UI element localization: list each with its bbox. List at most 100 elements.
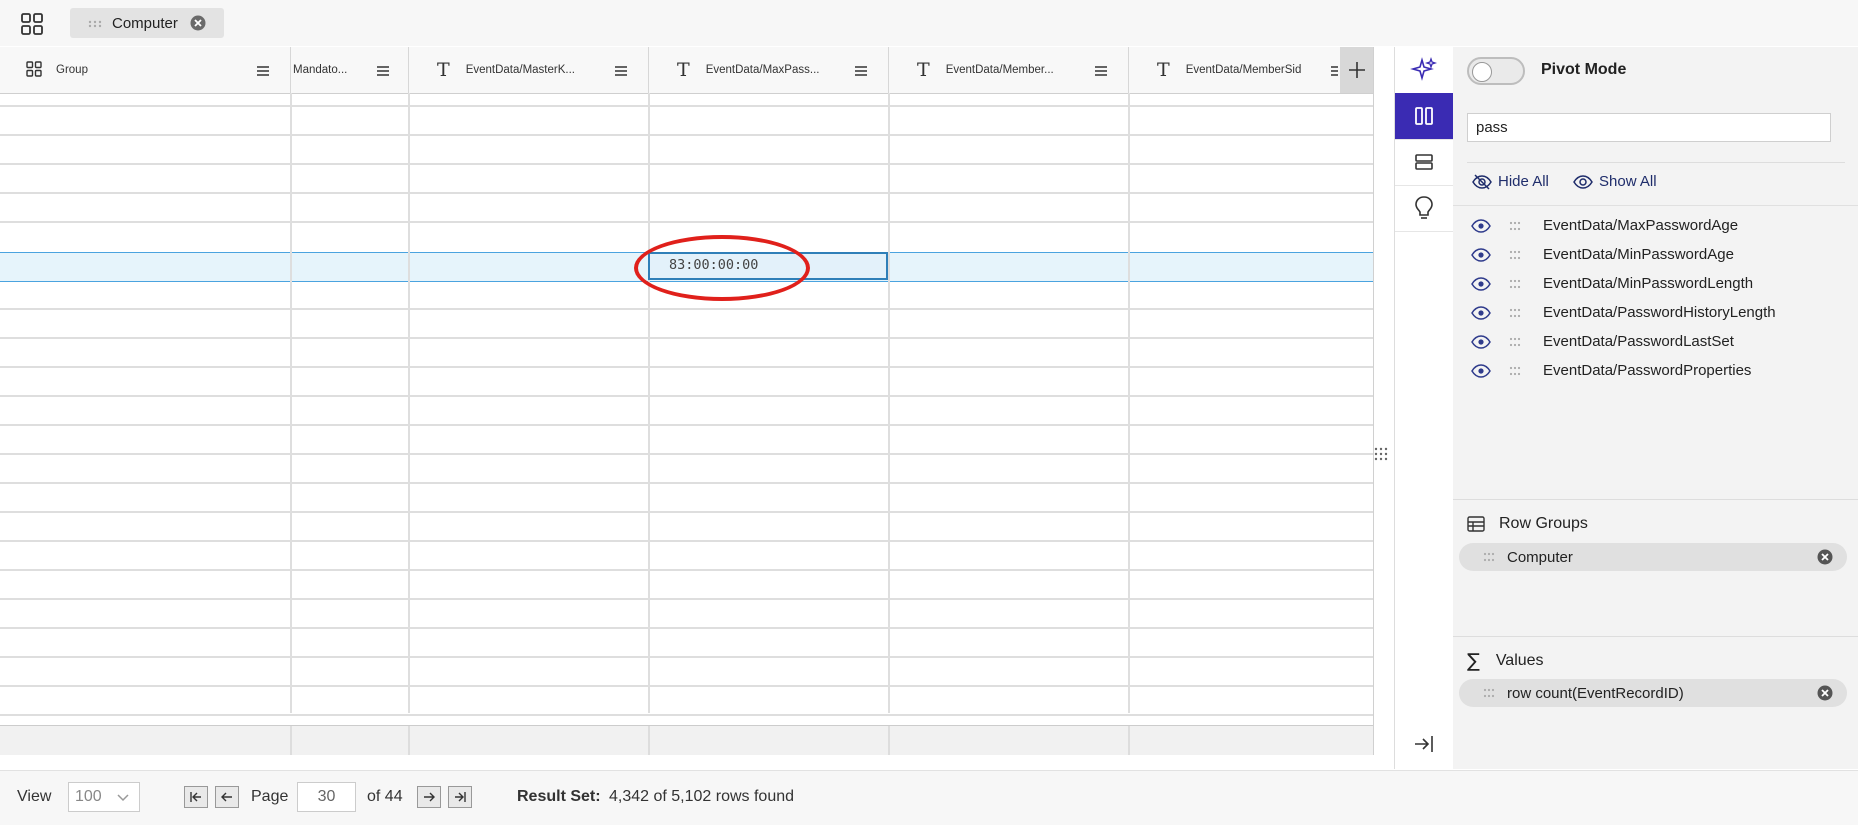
remove-chip-icon[interactable] xyxy=(190,15,206,35)
collapse-right-icon xyxy=(1415,736,1433,752)
last-page-button[interactable] xyxy=(448,786,472,808)
sparkle-icon xyxy=(1410,56,1438,81)
sigma-icon: ∑ xyxy=(1467,650,1480,672)
tab-rows[interactable] xyxy=(1395,139,1453,186)
row-group-pill[interactable]: Computer xyxy=(1459,543,1847,571)
column-menu-icon[interactable] xyxy=(612,62,630,83)
first-page-button[interactable] xyxy=(184,786,208,808)
arrow-right-icon xyxy=(424,792,435,802)
text-type-icon: T xyxy=(1157,59,1170,81)
column-header-membersid[interactable]: T EventData/MemberSid xyxy=(1129,47,1340,93)
rows-icon xyxy=(1415,154,1433,170)
hide-all-label: Hide All xyxy=(1498,173,1549,190)
values-header: ∑ Values xyxy=(1467,650,1544,672)
drag-handle-icon[interactable] xyxy=(1509,279,1521,289)
drag-handle-icon[interactable] xyxy=(1509,250,1521,260)
view-label: View xyxy=(17,788,52,805)
tab-columns[interactable] xyxy=(1395,93,1453,140)
previous-page-button[interactable] xyxy=(215,786,239,808)
side-tab-bar xyxy=(1394,47,1454,769)
column-header-maxpassword[interactable]: T EventData/MaxPass... xyxy=(649,47,889,93)
column-list-item[interactable]: EventData/MinPasswordAge xyxy=(1471,246,1734,263)
text-type-icon: T xyxy=(677,59,690,81)
column-list-item[interactable]: EventData/PasswordProperties xyxy=(1471,362,1751,379)
result-set-value: 4,342 of 5,102 rows found xyxy=(609,788,795,805)
page-size-value: 100 xyxy=(75,788,102,805)
plus-icon xyxy=(1348,62,1365,78)
eye-icon[interactable] xyxy=(1471,363,1491,378)
last-page-icon xyxy=(455,792,466,802)
column-header-member[interactable]: T EventData/Member... xyxy=(889,47,1129,93)
row-group-chip[interactable]: Computer xyxy=(70,8,224,38)
column-menu-icon[interactable] xyxy=(1092,62,1110,83)
pivot-mode-label: Pivot Mode xyxy=(1541,61,1627,78)
column-menu-icon[interactable] xyxy=(1330,62,1338,83)
column-header-masterkey[interactable]: T EventData/MasterK... xyxy=(409,47,649,93)
drag-handle-icon[interactable] xyxy=(1509,366,1521,376)
collapse-panel-button[interactable] xyxy=(1395,727,1453,761)
page-size-select[interactable]: 100 xyxy=(68,782,140,812)
drag-handle-icon[interactable] xyxy=(1509,337,1521,347)
column-list-item[interactable]: EventData/MaxPasswordAge xyxy=(1471,217,1738,234)
next-page-button[interactable] xyxy=(417,786,441,808)
row-groups-header: Row Groups xyxy=(1467,515,1588,533)
column-list-item[interactable]: EventData/PasswordLastSet xyxy=(1471,333,1734,350)
eye-icon[interactable] xyxy=(1471,276,1491,291)
pivot-mode-toggle[interactable] xyxy=(1467,57,1525,85)
data-grid[interactable]: Group Mandato... T EventData/MasterK... … xyxy=(0,47,1374,755)
row-group-pill-label: Computer xyxy=(1507,548,1573,566)
column-list-item[interactable]: EventData/PasswordHistoryLength xyxy=(1471,304,1776,321)
chevron-down-icon xyxy=(117,794,129,802)
grid-header: Group Mandato... T EventData/MasterK... … xyxy=(0,47,1373,94)
row-group-chip-label: Computer xyxy=(112,14,178,32)
arrow-left-icon xyxy=(221,792,232,802)
column-list-item-label: EventData/MaxPasswordAge xyxy=(1543,217,1739,234)
remove-chip-icon[interactable] xyxy=(1817,549,1833,565)
result-set-label: Result Set: xyxy=(517,788,601,805)
columns-icon xyxy=(1415,107,1433,125)
column-menu-icon[interactable] xyxy=(852,62,870,83)
tab-insights[interactable] xyxy=(1395,185,1453,232)
column-list-item-label: EventData/PasswordProperties xyxy=(1543,362,1752,379)
column-header-group[interactable]: Group xyxy=(0,47,291,93)
eye-icon[interactable] xyxy=(1471,305,1491,320)
column-header-mandatory[interactable]: Mandato... xyxy=(291,47,409,93)
hide-all-button[interactable]: Hide All xyxy=(1472,173,1549,190)
value-pill-label: row count(EventRecordID) xyxy=(1507,684,1684,702)
value-pill[interactable]: row count(EventRecordID) xyxy=(1459,679,1847,707)
column-list-item[interactable]: EventData/MinPasswordLength xyxy=(1471,275,1753,292)
column-list-item-label: EventData/MinPasswordLength xyxy=(1543,275,1754,292)
tab-ai-assistant[interactable] xyxy=(1395,47,1453,94)
column-list-item-label: EventData/MinPasswordAge xyxy=(1543,246,1734,263)
resize-handle-icon[interactable] xyxy=(1374,447,1388,466)
row-groups-icon xyxy=(1467,516,1485,532)
eye-icon[interactable] xyxy=(1471,334,1491,349)
page-number-input[interactable] xyxy=(297,782,356,812)
column-menu-icon[interactable] xyxy=(254,62,272,83)
drag-handle-icon[interactable] xyxy=(1509,221,1521,231)
column-menu-icon[interactable] xyxy=(374,62,392,83)
remove-chip-icon[interactable] xyxy=(1817,685,1833,701)
eye-icon[interactable] xyxy=(1471,218,1491,233)
drag-handle-icon[interactable] xyxy=(1509,308,1521,318)
eye-icon xyxy=(1573,174,1593,189)
eye-icon[interactable] xyxy=(1471,247,1491,262)
column-list-item-label: EventData/PasswordHistoryLength xyxy=(1543,304,1776,321)
top-bar xyxy=(0,0,1858,46)
column-search-input[interactable] xyxy=(1467,113,1831,142)
column-header-label: EventData/Member... xyxy=(945,64,1054,76)
highlight-annotation xyxy=(634,235,810,301)
column-header-label: EventData/MaxPass... xyxy=(705,64,820,76)
add-column-button[interactable] xyxy=(1340,47,1373,93)
drag-handle-icon[interactable] xyxy=(88,15,102,32)
row-groups-label: Row Groups xyxy=(1499,515,1588,532)
values-label: Values xyxy=(1495,652,1544,669)
column-header-label: Mandato... xyxy=(293,64,348,76)
pagination-bar: View 100 Page of 44 Result Set: 4,342 of… xyxy=(0,770,1858,825)
drag-handle-icon[interactable] xyxy=(1483,688,1495,698)
show-all-button[interactable]: Show All xyxy=(1573,173,1657,190)
grid-apps-icon[interactable] xyxy=(21,13,43,35)
first-page-icon xyxy=(190,792,201,802)
drag-handle-icon[interactable] xyxy=(1483,552,1495,562)
column-header-label: EventData/MasterK... xyxy=(465,64,575,76)
